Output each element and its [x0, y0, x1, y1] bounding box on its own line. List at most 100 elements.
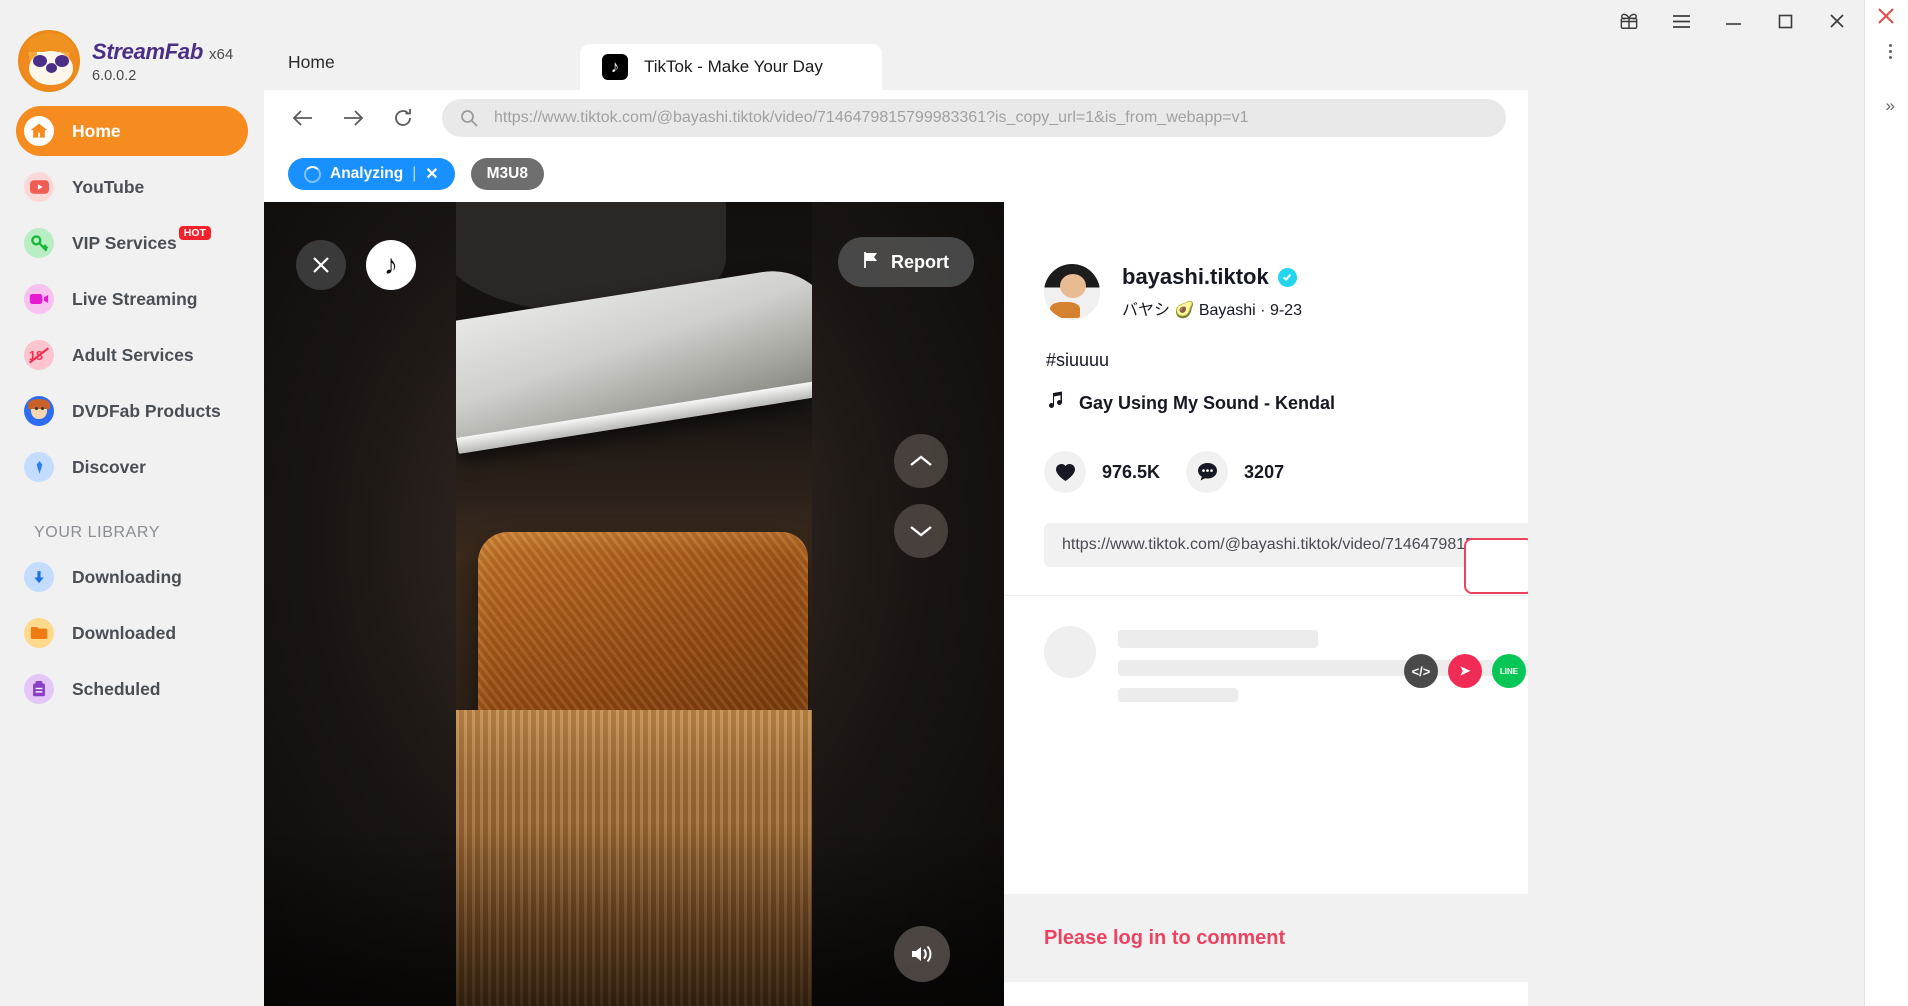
- share-link-text: https://www.tiktok.com/@bayashi.tiktok/v…: [1062, 536, 1497, 553]
- close-icon[interactable]: [1824, 8, 1850, 34]
- sidebar-item-label: YouTube: [72, 176, 145, 197]
- dvdfab-mascot-icon: [24, 396, 54, 426]
- app-brand: StreamFab x64 6.0.0.2: [0, 0, 264, 92]
- embedded-browser: https://www.tiktok.com/@bayashi.tiktok/v…: [264, 90, 1528, 1006]
- hamburger-menu-icon[interactable]: [1668, 8, 1694, 34]
- share-link-row[interactable]: https://www.tiktok.com/@bayashi.tiktok/v…: [1044, 523, 1528, 567]
- sidebar-item-label: DVDFab Products: [72, 400, 221, 421]
- tab-home[interactable]: Home: [288, 52, 335, 73]
- skeleton-line: [1118, 630, 1318, 648]
- share-icons: </> ➤ LINE f: [1404, 654, 1528, 688]
- analyzing-pill[interactable]: Analyzing | ✕: [288, 158, 455, 190]
- next-video-button[interactable]: [894, 504, 948, 558]
- music-note-icon: [1048, 391, 1065, 415]
- brand-arch: x64: [209, 45, 234, 63]
- status-pill-bar: Analyzing | ✕ M3U8: [264, 146, 1528, 202]
- arrow-left-icon[interactable]: [286, 101, 320, 135]
- comments-stat[interactable]: 3207: [1186, 451, 1284, 493]
- sidebar-item-dvdfab-products[interactable]: DVDFab Products: [16, 386, 248, 436]
- url-text: https://www.tiktok.com/@bayashi.tiktok/v…: [494, 109, 1249, 126]
- comment-bubble-icon[interactable]: [1186, 451, 1229, 493]
- compass-icon: [24, 452, 54, 482]
- tiktok-page: ♪ Report bayashi.tiktok バヤシ 🥑 Bayashi · …: [264, 202, 1528, 1006]
- sidebar-item-label: Discover: [72, 456, 146, 477]
- tab-tiktok[interactable]: ♪ TikTok - Make Your Day: [580, 44, 882, 90]
- volume-button[interactable]: [894, 926, 950, 982]
- post-caption[interactable]: #siuuuu: [1004, 320, 1528, 371]
- host-browser-strip: »: [1864, 0, 1908, 1006]
- report-button[interactable]: Report: [838, 237, 974, 287]
- sidebar-item-discover[interactable]: Discover: [16, 442, 248, 492]
- highlight-box: [1464, 538, 1528, 594]
- skeleton-line: [1118, 688, 1238, 702]
- sidebar-item-vip-services[interactable]: VIP Services HOT: [16, 218, 248, 268]
- video-camera-icon: [24, 284, 54, 314]
- youtube-icon: [24, 172, 54, 202]
- login-prompt-bar[interactable]: Please log in to comment: [1004, 894, 1528, 982]
- sidebar-item-label: Live Streaming: [72, 288, 198, 309]
- likes-count: 976.5K: [1102, 461, 1161, 482]
- music-row[interactable]: Gay Using My Sound - Kendal: [1004, 371, 1528, 415]
- previous-video-button[interactable]: [894, 434, 948, 488]
- key-icon: [24, 228, 54, 258]
- cancel-analyzing-icon[interactable]: ✕: [425, 164, 438, 184]
- sidebar-item-youtube[interactable]: YouTube: [16, 162, 248, 212]
- hot-badge: HOT: [178, 226, 211, 240]
- folder-icon: [24, 618, 54, 648]
- author-username[interactable]: bayashi.tiktok: [1122, 264, 1269, 290]
- minimize-icon[interactable]: [1720, 8, 1746, 34]
- search-icon: [460, 109, 478, 127]
- video-bottom-gradient: [264, 826, 1004, 1006]
- sidebar-item-label: Downloaded: [72, 622, 177, 643]
- engagement-stats: 976.5K 3207: [1004, 415, 1528, 493]
- avatar[interactable]: [1044, 264, 1100, 320]
- login-prompt-text: Please log in to comment: [1044, 926, 1286, 949]
- music-title: Gay Using My Sound - Kendal: [1079, 392, 1336, 413]
- sidebar-item-downloading[interactable]: Downloading: [16, 552, 248, 602]
- verified-check-icon: [1277, 267, 1297, 287]
- adult-18-plus-icon: 18: [24, 340, 54, 370]
- sidebar-item-label: Scheduled: [72, 678, 161, 699]
- close-icon[interactable]: [1876, 6, 1898, 28]
- reload-icon[interactable]: [386, 101, 420, 135]
- send-plane-icon[interactable]: ➤: [1448, 654, 1482, 688]
- comments-count: 3207: [1244, 461, 1285, 482]
- sidebar-item-live-streaming[interactable]: Live Streaming: [16, 274, 248, 324]
- video-food: [478, 532, 808, 732]
- author-subtitle: バヤシ 🥑 Bayashi · 9-23: [1122, 302, 1302, 319]
- skeleton-avatar: [1044, 626, 1096, 678]
- post-info-panel: bayashi.tiktok バヤシ 🥑 Bayashi · 9-23 #siu…: [1004, 202, 1528, 1006]
- maximize-icon[interactable]: [1772, 8, 1798, 34]
- browser-navbar: https://www.tiktok.com/@bayashi.tiktok/v…: [264, 90, 1528, 146]
- tiktok-icon[interactable]: ♪: [366, 240, 416, 290]
- sidebar-item-scheduled[interactable]: Scheduled: [16, 664, 248, 714]
- author-row[interactable]: bayashi.tiktok バヤシ 🥑 Bayashi · 9-23: [1004, 202, 1528, 320]
- tab-label: TikTok - Make Your Day: [644, 57, 823, 76]
- sidebar-item-label: VIP Services: [72, 232, 177, 253]
- embed-code-icon[interactable]: </>: [1404, 654, 1438, 688]
- tab-bar: Home ♪ TikTok - Make Your Day: [264, 0, 1528, 90]
- likes-stat[interactable]: 976.5K: [1044, 451, 1160, 493]
- sidebar-item-home[interactable]: Home: [16, 106, 248, 156]
- sidebar-item-downloaded[interactable]: Downloaded: [16, 608, 248, 658]
- url-bar[interactable]: https://www.tiktok.com/@bayashi.tiktok/v…: [442, 99, 1506, 137]
- flag-icon: [863, 251, 880, 274]
- sidebar: StreamFab x64 6.0.0.2 Home YouTube VIP S…: [0, 0, 264, 1006]
- heart-icon[interactable]: [1044, 451, 1086, 493]
- sidebar-nav: Home YouTube VIP Services HOT Live Strea…: [0, 106, 264, 714]
- arrow-right-icon[interactable]: [336, 101, 370, 135]
- sloth-mascot-icon: [18, 30, 80, 92]
- overflow-menu-icon[interactable]: [1889, 44, 1892, 62]
- library-section-title: YOUR LIBRARY: [34, 524, 161, 541]
- tiktok-icon: ♪: [602, 54, 628, 80]
- sidebar-item-adult-services[interactable]: 18 Adult Services: [16, 330, 248, 380]
- gift-icon[interactable]: [1616, 8, 1642, 34]
- sidebar-item-label: Downloading: [72, 566, 182, 587]
- sidebar-item-label: Home: [72, 120, 121, 141]
- close-video-button[interactable]: [296, 240, 346, 290]
- pill-separator: |: [412, 165, 417, 182]
- video-player[interactable]: ♪ Report: [264, 202, 1004, 1006]
- line-app-icon[interactable]: LINE: [1492, 654, 1526, 688]
- chevron-right-icon[interactable]: »: [1886, 96, 1895, 116]
- format-pill-m3u8[interactable]: M3U8: [470, 158, 544, 190]
